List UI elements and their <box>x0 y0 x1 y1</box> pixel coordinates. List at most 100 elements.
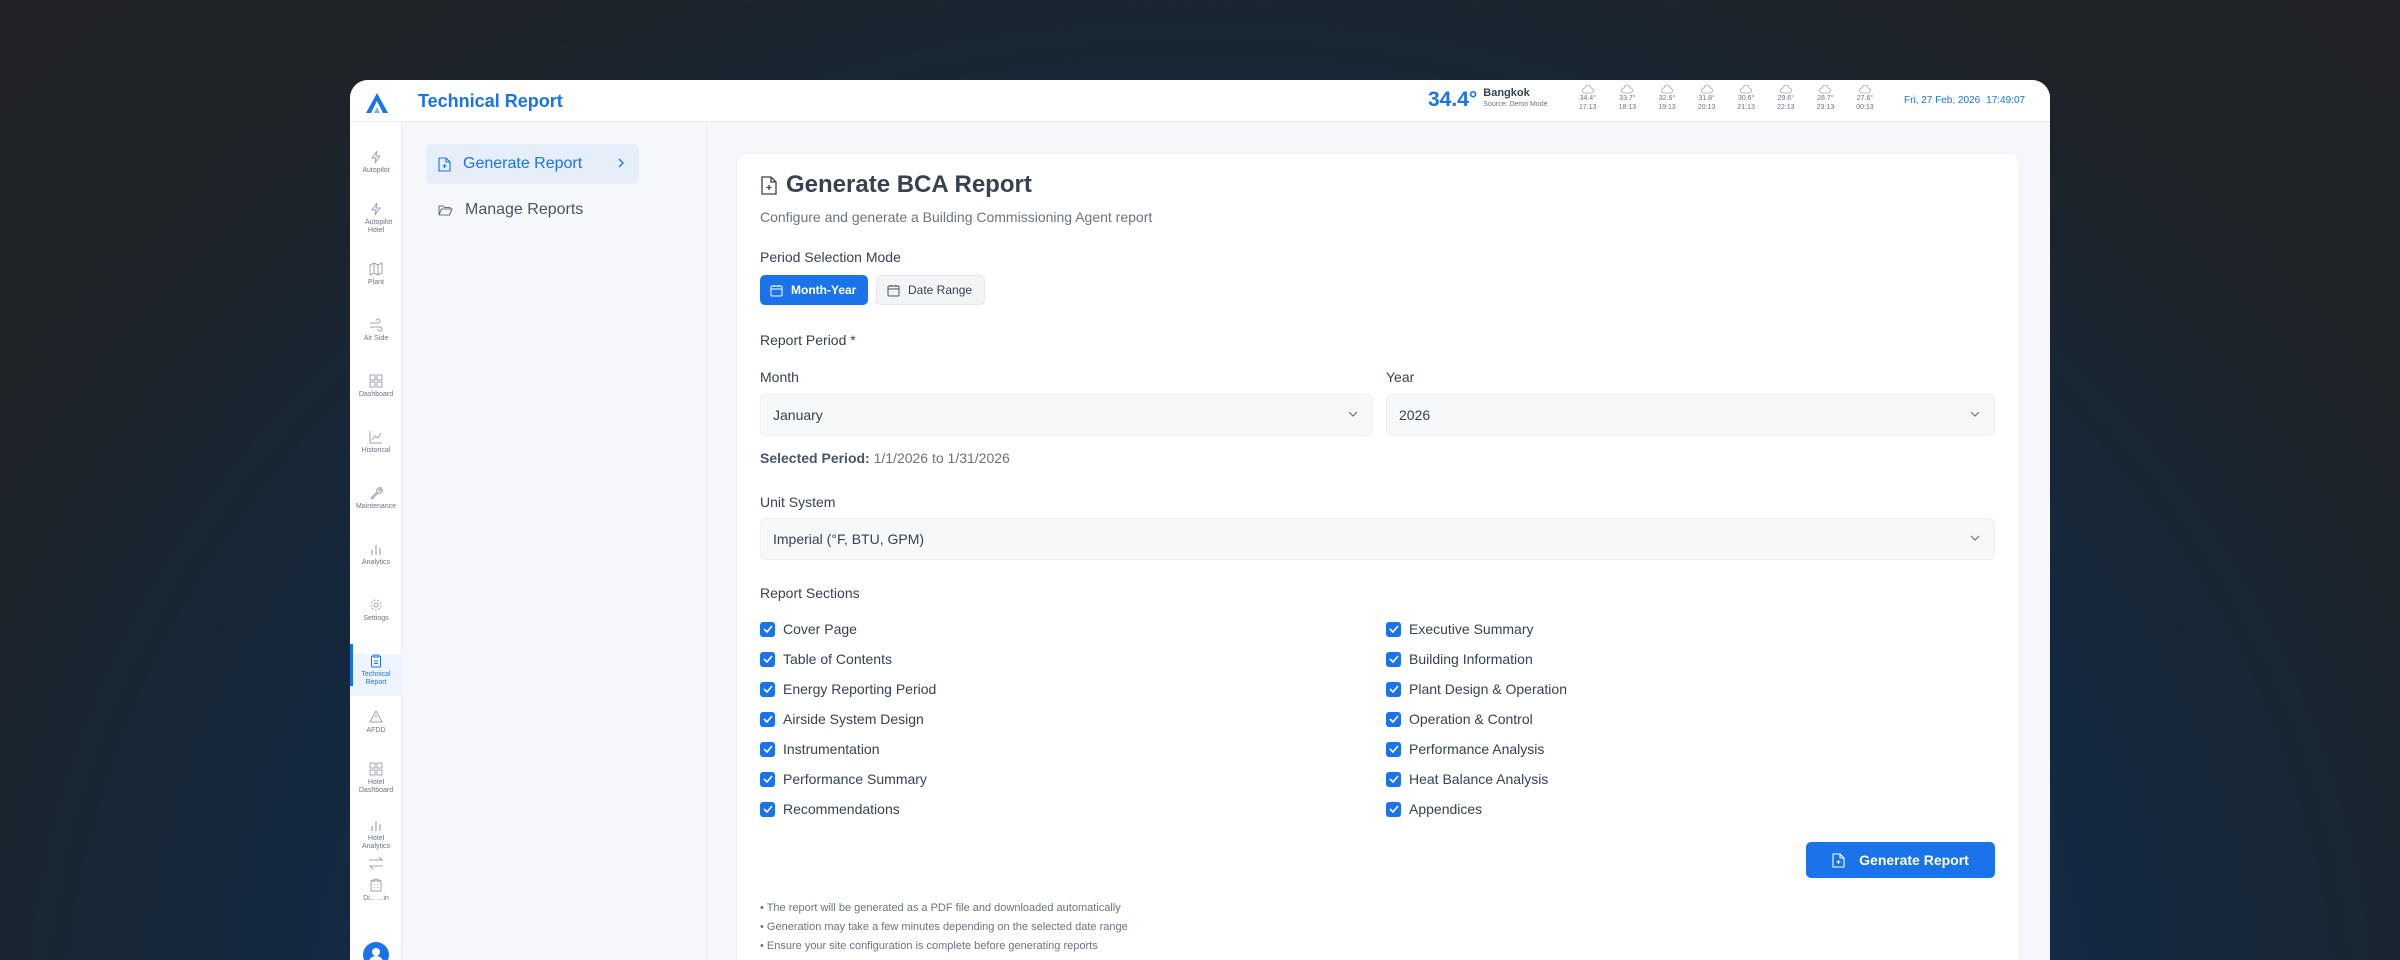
forecast-temp: 33.7° <box>1619 95 1636 102</box>
section-checkbox-row[interactable]: Heat Balance Analysis <box>1386 771 1548 787</box>
user-icon <box>369 948 383 960</box>
sidebar-item-settings[interactable]: Settings <box>350 598 402 623</box>
toggle-label: Month-Year <box>791 283 857 297</box>
section-checkbox-row[interactable]: Airside System Design <box>760 711 924 727</box>
cloud-icon <box>1621 85 1634 94</box>
file-plus-icon <box>438 156 451 172</box>
section-checkbox-row[interactable]: Energy Reporting Period <box>760 681 936 697</box>
sidebar-item-building[interactable]: Di... ...in <box>350 878 402 903</box>
section-checkbox-row[interactable]: Performance Summary <box>760 771 927 787</box>
forecast-time: 19:13 <box>1658 104 1676 111</box>
sidebar-item-label: Air Side <box>363 335 389 342</box>
section-label: Recommendations <box>783 801 900 817</box>
sidebar-item-autopilot-hotel[interactable]: Autopilot Hotel <box>350 202 402 235</box>
page-title: Technical Report <box>418 91 563 111</box>
checkbox[interactable] <box>760 771 775 787</box>
report-period-label: Report Period * <box>760 332 856 348</box>
checkbox[interactable] <box>1386 651 1401 667</box>
generate-report-button[interactable]: Generate Report <box>1806 842 1995 878</box>
section-label: Cover Page <box>783 621 857 637</box>
app-logo-icon[interactable] <box>364 92 390 114</box>
forecast-item: 31.8° 20:13 <box>1687 85 1727 112</box>
section-checkbox-row[interactable]: Recommendations <box>760 801 900 817</box>
forecast-item: 33.7° 18:13 <box>1608 85 1648 112</box>
sidebar-item-autopilot[interactable]: Autopilot <box>350 150 402 175</box>
sidebar-item-afdd[interactable]: AFDD <box>350 710 402 735</box>
checkbox[interactable] <box>1386 771 1401 787</box>
sidebar-item-hotel-dashboard[interactable]: Hotel Dashboard <box>350 762 402 795</box>
current-weather: 34.4° Bangkok Source: Demo Mode <box>1428 87 1547 113</box>
year-select[interactable]: 2026 <box>1386 394 1995 436</box>
sidebar-item-maintenance[interactable]: Maintenance <box>350 486 402 511</box>
sidebar-item-plant[interactable]: Plant <box>350 262 402 287</box>
sidebar-item-air-side[interactable]: Air Side <box>350 318 402 343</box>
section-label: Building Information <box>1409 651 1533 667</box>
checkbox[interactable] <box>760 681 775 697</box>
checkbox[interactable] <box>760 621 775 637</box>
sidebar-item-technical-report[interactable]: Technical Report <box>350 644 402 696</box>
grid-icon <box>369 374 383 388</box>
section-checkbox-row[interactable]: Plant Design & Operation <box>1386 681 1567 697</box>
checkbox[interactable] <box>1386 621 1401 637</box>
forecast-time: 22:13 <box>1777 104 1795 111</box>
section-checkbox-row[interactable]: Appendices <box>1386 801 1482 817</box>
swap-icon <box>368 856 384 870</box>
subnav-generate-report[interactable]: Generate Report <box>426 144 639 184</box>
section-checkbox-row[interactable]: Executive Summary <box>1386 621 1533 637</box>
unit-system-select[interactable]: Imperial (°F, BTU, GPM) <box>760 518 1995 560</box>
cloud-icon <box>1661 85 1673 94</box>
sidebar-item-label: Autopilot Hotel <box>365 219 393 234</box>
checkbox[interactable] <box>1386 711 1401 727</box>
section-checkbox-row[interactable]: Operation & Control <box>1386 711 1533 727</box>
toggle-label: Date Range <box>908 283 973 297</box>
section-checkbox-row[interactable]: Performance Analysis <box>1386 741 1544 757</box>
sidebar: Autopilot Autopilot Hotel Plant Air Side… <box>350 122 402 960</box>
month-value: January <box>773 407 823 423</box>
month-year-toggle[interactable]: Month-Year <box>760 275 868 305</box>
section-checkbox-row[interactable]: Table of Contents <box>760 651 892 667</box>
card-subtitle: Configure and generate a Building Commis… <box>760 209 1153 225</box>
section-label: Table of Contents <box>783 651 892 667</box>
forecast-temp: 27.6° <box>1856 95 1874 102</box>
cloud-icon <box>1819 85 1832 94</box>
sidebar-item-dashboard[interactable]: Dashboard <box>350 374 402 399</box>
subnav-manage-reports[interactable]: Manage Reports <box>426 190 639 230</box>
cloud-icon <box>1581 85 1594 94</box>
generate-button-label: Generate Report <box>1859 852 1969 868</box>
checkbox[interactable] <box>760 651 775 667</box>
checkbox[interactable] <box>1386 681 1401 697</box>
section-label: Instrumentation <box>783 741 880 757</box>
top-bar: Technical Report 34.4° Bangkok Source: D… <box>350 80 2050 122</box>
wind-icon <box>370 318 383 332</box>
section-checkbox-row[interactable]: Building Information <box>1386 651 1533 667</box>
map-icon <box>369 262 383 276</box>
check-icon <box>1388 775 1399 783</box>
checkbox[interactable] <box>1386 741 1401 757</box>
section-checkbox-row[interactable]: Instrumentation <box>760 741 880 757</box>
user-avatar[interactable] <box>363 942 389 960</box>
cloud-icon <box>1779 85 1792 94</box>
swap-button[interactable] <box>350 856 402 870</box>
checkbox[interactable] <box>760 741 775 757</box>
forecast-item: 30.6° 21:13 <box>1726 85 1766 112</box>
checkbox[interactable] <box>1386 801 1401 817</box>
section-label: Performance Summary <box>783 771 927 787</box>
check-icon <box>762 745 773 753</box>
date-range-toggle[interactable]: Date Range <box>876 275 985 305</box>
hourly-forecast: 34.4° 17:13 33.7° 18:13 32.6° 19:13 31.8… <box>1568 85 1885 112</box>
chevron-down-icon <box>1970 411 1980 417</box>
checkbox[interactable] <box>760 801 775 817</box>
selected-period: Selected Period: 1/1/2026 to 1/31/2026 <box>760 450 1010 466</box>
sidebar-item-historical[interactable]: Historical <box>350 430 402 455</box>
forecast-item: 29.6° 22:13 <box>1766 85 1806 112</box>
month-select[interactable]: January <box>760 394 1373 436</box>
cloud-icon <box>1859 85 1871 94</box>
checkbox[interactable] <box>760 711 775 727</box>
calendar-icon <box>887 284 900 296</box>
forecast-time: 20:13 <box>1697 104 1716 111</box>
sidebar-item-label: Maintenance <box>355 503 397 510</box>
sidebar-item-analytics[interactable]: Analytics <box>350 542 402 567</box>
section-checkbox-row[interactable]: Cover Page <box>760 621 857 637</box>
sidebar-item-hotel-analytics[interactable]: Hotel Analytics <box>350 818 402 851</box>
sidebar-item-label: Hotel Analytics <box>361 835 390 850</box>
